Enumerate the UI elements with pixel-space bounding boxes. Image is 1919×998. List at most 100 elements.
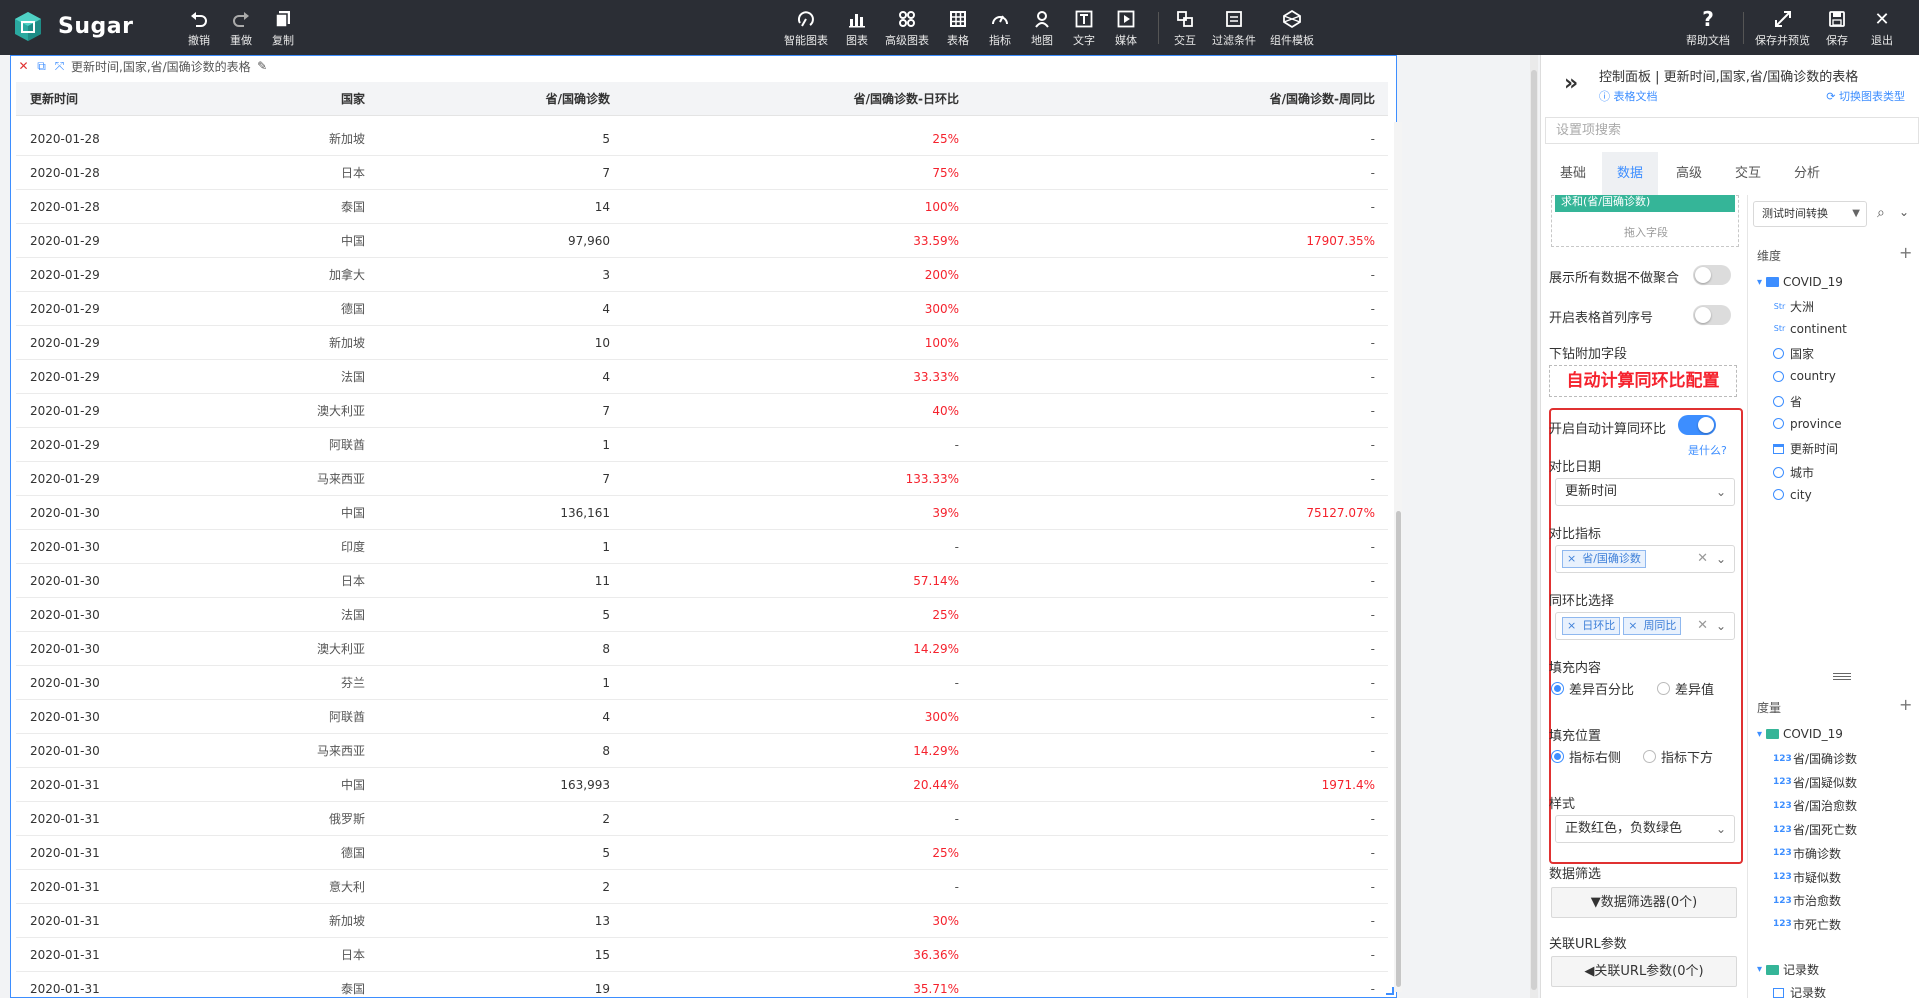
record-folder[interactable]: ▾ 记录数 xyxy=(1757,961,1819,978)
field-dimension-item[interactable]: 省 xyxy=(1773,393,1802,410)
tab-interact[interactable]: 交互 xyxy=(1720,152,1776,195)
table-row[interactable]: 2020-01-30 澳大利亚 8 14.29% - xyxy=(16,632,1388,666)
table-row[interactable]: 2020-01-30 阿联酋 4 300% - xyxy=(16,700,1388,734)
copy-button[interactable]: 复制 xyxy=(272,8,294,50)
table-row[interactable]: 2020-01-29 阿联酋 1 - - xyxy=(16,428,1388,462)
col-header-week-ratio[interactable]: 省/国确诊数-周同比 xyxy=(1270,82,1375,116)
table-row[interactable]: 2020-01-29 德国 4 300% - xyxy=(16,292,1388,326)
table-widget[interactable]: ✕ ⧉ ⤧ 更新时间,国家,省/国确诊数的表格 ✎ 更新时间 国家 省/国确诊数… xyxy=(10,55,1402,998)
component-template-button[interactable]: 组件模板 xyxy=(1270,8,1314,50)
table-row[interactable]: 2020-01-29 加拿大 3 200% - xyxy=(16,258,1388,292)
copy-widget-icon[interactable]: ⧉ xyxy=(35,59,48,74)
field-dimension-item[interactable]: 国家 xyxy=(1773,345,1814,362)
tab-basic[interactable]: 基础 xyxy=(1545,152,1601,195)
add-dimension-icon[interactable]: + xyxy=(1899,243,1912,262)
field-measure-item[interactable]: 123 市治愈数 xyxy=(1773,892,1841,909)
field-measure-item[interactable]: 123 市死亡数 xyxy=(1773,916,1841,933)
media-button[interactable]: 媒体 xyxy=(1115,8,1137,50)
table-row[interactable]: 2020-01-31 俄罗斯 2 - - xyxy=(16,802,1388,836)
field-chip-sum-confirmed[interactable]: 求和(省/国确诊数) xyxy=(1555,195,1735,212)
col-header-update-time[interactable]: 更新时间 xyxy=(30,82,78,116)
table-row[interactable]: 2020-01-31 新加坡 13 30% - xyxy=(16,904,1388,938)
table-row[interactable]: 2020-01-30 芬兰 1 - - xyxy=(16,666,1388,700)
table-row[interactable]: 2020-01-31 泰国 19 35.71% - xyxy=(16,972,1388,998)
settings-search-input[interactable]: 设置项搜索 xyxy=(1545,117,1919,144)
delete-icon[interactable]: ✕ xyxy=(17,59,30,73)
table-row[interactable]: 2020-01-30 日本 11 57.14% - xyxy=(16,564,1388,598)
map-button[interactable]: 地图 xyxy=(1031,8,1053,50)
serial-toggle[interactable] xyxy=(1693,305,1731,325)
table-row[interactable]: 2020-01-31 中国 163,993 20.44% 1971.4% xyxy=(16,768,1388,802)
compare-metric-select[interactable]: × 省/国确诊数 ✕ ⌄ xyxy=(1555,545,1735,573)
what-is-link[interactable]: 是什么? xyxy=(1688,442,1727,458)
table-button[interactable]: 表格 xyxy=(947,8,969,50)
table-row[interactable]: 2020-01-29 马来西亚 7 133.33% - xyxy=(16,462,1388,496)
undo-button[interactable]: 撤销 xyxy=(188,8,210,50)
field-dimension-item[interactable]: province xyxy=(1773,417,1842,431)
field-dimension-item[interactable]: 更新时间 xyxy=(1773,440,1838,457)
field-dimension-item[interactable]: city xyxy=(1773,488,1812,502)
data-filter-button[interactable]: ▼数据筛选器(0个) xyxy=(1551,887,1737,918)
chip-remove-icon[interactable]: × xyxy=(1567,552,1576,565)
field-dimension-item[interactable]: country xyxy=(1773,369,1836,383)
interact-button[interactable]: 交互 xyxy=(1174,8,1196,50)
tab-analysis[interactable]: 分析 xyxy=(1779,152,1835,195)
field-dimension-item[interactable]: Str 大洲 xyxy=(1773,298,1814,315)
table-row[interactable]: 2020-01-31 德国 5 25% - xyxy=(16,836,1388,870)
table-doc-link[interactable]: ⓘ 表格文档 xyxy=(1599,88,1658,104)
style-select[interactable]: 正数红色，负数绿色 ⌄ xyxy=(1555,815,1735,843)
chart-button[interactable]: 图表 xyxy=(846,8,868,50)
drag-splitter[interactable] xyxy=(1833,673,1851,680)
compare-date-select[interactable]: 更新时间 ⌄ xyxy=(1555,478,1735,506)
yoy-select[interactable]: × 日环比 × 周同比 ✕ ⌄ xyxy=(1555,612,1735,640)
fill-position-radio-below[interactable]: 指标下方 xyxy=(1643,747,1713,766)
col-header-country[interactable]: 国家 xyxy=(341,82,365,116)
exit-button[interactable]: ✕ 退出 xyxy=(1871,8,1893,50)
switch-chart-type-link[interactable]: ⟳ 切换图表类型 xyxy=(1826,88,1905,104)
table-scrollbar-thumb[interactable] xyxy=(1396,511,1401,987)
field-dimension-item[interactable]: 城市 xyxy=(1773,464,1814,481)
field-measure-item[interactable]: 123 市确诊数 xyxy=(1773,845,1841,862)
show-all-toggle[interactable] xyxy=(1693,265,1731,285)
field-measure-item[interactable]: 123 省/国死亡数 xyxy=(1773,821,1857,838)
chip-remove-icon[interactable]: × xyxy=(1628,619,1637,632)
table-row[interactable]: 2020-01-28 新加坡 5 25% - xyxy=(16,122,1388,156)
field-measure-item[interactable]: 123 省/国疑似数 xyxy=(1773,774,1857,791)
smart-chart-button[interactable]: 智能图表 xyxy=(784,8,828,50)
table-row[interactable]: 2020-01-31 日本 15 36.36% - xyxy=(16,938,1388,972)
advanced-chart-button[interactable]: 高级图表 xyxy=(885,8,929,50)
yoy-chip-day[interactable]: × 日环比 xyxy=(1562,617,1621,635)
filter-button[interactable]: 过滤条件 xyxy=(1212,8,1256,50)
canvas-scrollbar-thumb[interactable] xyxy=(1531,70,1537,990)
text-button[interactable]: 文字 xyxy=(1073,8,1095,50)
table-row[interactable]: 2020-01-28 泰国 14 100% - xyxy=(16,190,1388,224)
table-row[interactable]: 2020-01-30 马来西亚 8 14.29% - xyxy=(16,734,1388,768)
table-row[interactable]: 2020-01-30 印度 1 - - xyxy=(16,530,1388,564)
url-param-button[interactable]: ◀关联URL参数(0个) xyxy=(1551,956,1737,987)
edit-pencil-icon[interactable]: ✎ xyxy=(256,59,269,73)
table-row[interactable]: 2020-01-28 日本 7 75% - xyxy=(16,156,1388,190)
resize-handle[interactable] xyxy=(1386,987,1394,995)
fill-content-radio-percent[interactable]: 差异百分比 xyxy=(1551,679,1634,698)
metric-chip[interactable]: × 省/国确诊数 xyxy=(1562,550,1646,568)
help-button[interactable]: ? 帮助文档 xyxy=(1686,7,1730,50)
field-record-count[interactable]: 记录数 xyxy=(1773,984,1826,998)
redo-button[interactable]: 重做 xyxy=(230,8,252,50)
field-measure-item[interactable]: 123 省/国治愈数 xyxy=(1773,797,1857,814)
table-row[interactable]: 2020-01-30 中国 136,161 39% 75127.07% xyxy=(16,496,1388,530)
field-measure-item[interactable]: 123 省/国确诊数 xyxy=(1773,750,1857,767)
add-measure-icon[interactable]: + xyxy=(1899,695,1912,714)
fullscreen-icon[interactable]: ⤧ xyxy=(53,59,66,74)
clear-icon[interactable]: ✕ xyxy=(1697,613,1708,639)
dimension-folder[interactable]: ▾ COVID_19 xyxy=(1757,275,1843,289)
table-row[interactable]: 2020-01-31 意大利 2 - - xyxy=(16,870,1388,904)
table-row[interactable]: 2020-01-29 法国 4 33.33% - xyxy=(16,360,1388,394)
search-icon[interactable]: ⌕ xyxy=(1877,205,1885,221)
dataset-select[interactable]: 测试时间转换 ▼ xyxy=(1753,201,1867,227)
measure-folder[interactable]: ▾ COVID_19 xyxy=(1757,727,1843,741)
save-button[interactable]: 保存 xyxy=(1826,8,1848,50)
clear-icon[interactable]: ✕ xyxy=(1697,546,1708,572)
fill-content-radio-value[interactable]: 差异值 xyxy=(1657,679,1714,698)
table-row[interactable]: 2020-01-29 中国 97,960 33.59% 17907.35% xyxy=(16,224,1388,258)
indicator-button[interactable]: 指标 xyxy=(989,8,1011,50)
